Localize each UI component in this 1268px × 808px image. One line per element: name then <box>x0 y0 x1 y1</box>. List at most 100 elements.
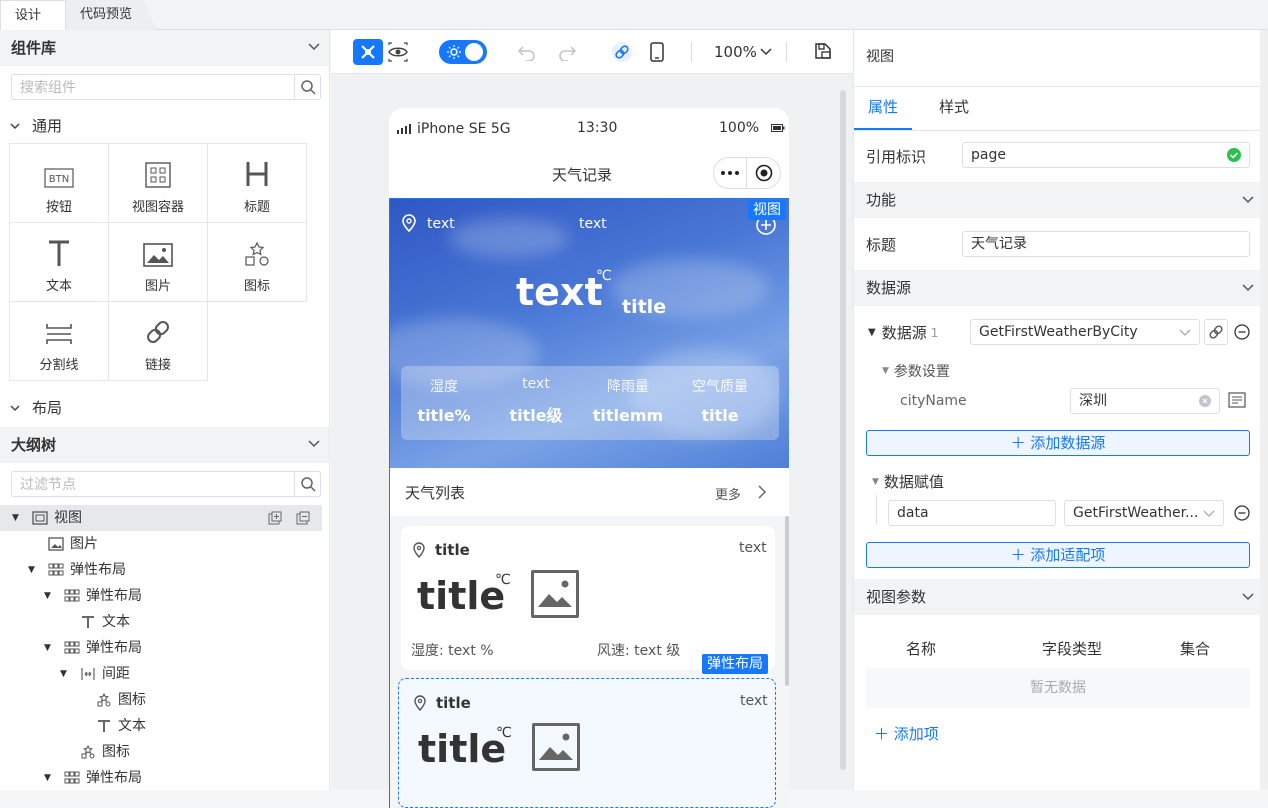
tree-node[interactable]: 文本 <box>0 713 329 739</box>
section-datasource-label: 数据源 <box>866 279 912 297</box>
tree-node[interactable]: 图标 <box>0 687 329 713</box>
tab-design[interactable]: 设计 <box>0 0 66 30</box>
caret-down-icon[interactable]: ▼ <box>44 635 56 661</box>
component-search-box <box>11 74 321 100</box>
caret-down-icon[interactable]: ▼ <box>44 583 56 609</box>
param-settings-row[interactable]: ▼ 参数设置 <box>882 361 950 381</box>
group-layout[interactable]: 布局 <box>10 396 62 420</box>
component-label: 按钮 <box>45 200 72 215</box>
design-mode-button[interactable] <box>353 39 383 65</box>
component-icon[interactable]: 图标 <box>207 222 307 302</box>
tree-node[interactable]: ▼ 弹性布局 <box>0 583 329 609</box>
panel-header-title: 视图 <box>866 49 894 65</box>
more-menu-button[interactable] <box>714 158 747 188</box>
datasource-link-button[interactable] <box>1204 319 1228 345</box>
tab-properties[interactable]: 属性 <box>868 96 898 117</box>
theme-toggle[interactable] <box>439 40 487 64</box>
tree-node[interactable]: 图片 <box>0 531 329 557</box>
remove-circle-icon[interactable] <box>1234 324 1250 340</box>
tree-node-label: 图标 <box>118 692 146 708</box>
preview-mode-button[interactable] <box>385 39 411 65</box>
weather-hero[interactable]: text text text ℃ title 湿度 title% text title… <box>389 198 789 468</box>
component-button[interactable]: BTN 按钮 <box>9 143 109 223</box>
more-link[interactable]: 更多 <box>715 484 741 503</box>
battery-level: 100% <box>719 120 760 136</box>
caret-down-icon[interactable]: ▼ <box>28 557 40 583</box>
undo-icon[interactable] <box>517 43 537 61</box>
datasource-label: 数据源 <box>881 324 927 342</box>
weather-card[interactable]: title text title ℃ 湿度: text % 风速: text 级 <box>401 526 775 670</box>
chevron-down-icon[interactable] <box>308 43 320 51</box>
panel-divider <box>854 130 1268 131</box>
component-view-container[interactable]: 视图容器 <box>108 143 208 223</box>
canvas-scrollbar[interactable] <box>840 90 846 770</box>
tree-node[interactable]: ▼ 弹性布局 <box>0 765 329 790</box>
link-icon <box>1209 325 1223 339</box>
redo-icon[interactable] <box>557 43 577 61</box>
component-library-header[interactable]: 组件库 <box>0 30 329 66</box>
ref-input[interactable]: page <box>962 142 1250 168</box>
component-link[interactable]: 链接 <box>108 301 208 381</box>
outline-tree-header[interactable]: 大纲树 <box>0 427 329 463</box>
tree-node[interactable]: 图标 <box>0 739 329 765</box>
datasource-row[interactable]: ▼ 数据源 1 <box>868 322 938 343</box>
group-general[interactable]: 通用 <box>10 114 62 138</box>
filter-nodes-input[interactable] <box>12 472 292 496</box>
title-input[interactable]: 天气记录 <box>962 231 1250 257</box>
metric-label: 空气质量 <box>692 379 748 395</box>
component-label: 图标 <box>243 279 270 294</box>
tree-node[interactable]: ▼ 弹性布局 <box>0 635 329 661</box>
section-datasource[interactable]: 数据源 <box>854 270 1260 306</box>
view-container-icon <box>145 162 171 188</box>
tab-style[interactable]: 样式 <box>939 96 969 117</box>
tree-node-label: 视图 <box>54 510 82 526</box>
component-divider[interactable]: 分割线 <box>9 301 109 381</box>
assign-value-select[interactable]: GetFirstWeather... <box>1064 500 1224 526</box>
filter-search-button[interactable] <box>294 472 320 496</box>
tree-node[interactable]: ▼ 视图 <box>0 505 322 531</box>
caret-down-icon[interactable]: ▼ <box>60 661 72 687</box>
list-scrollbar[interactable] <box>785 516 789 686</box>
component-search-input[interactable] <box>12 75 292 99</box>
assign-key-input[interactable]: data <box>888 500 1056 526</box>
variable-picker-icon[interactable] <box>1228 392 1246 408</box>
close-mini-program-button[interactable] <box>747 158 780 188</box>
tree-node[interactable]: ▼ 弹性布局 <box>0 557 329 583</box>
hero-condition: title <box>622 296 667 318</box>
tab-code-preview[interactable]: 代码预览 <box>66 0 156 30</box>
left-panel: 组件库 通用 BTN 按钮 视图容器 标题 文本 图片 <box>0 30 330 790</box>
icon-component-icon <box>81 745 95 759</box>
link-mode-icon[interactable] <box>611 41 633 63</box>
tree-node-label: 文本 <box>102 614 130 630</box>
component-image[interactable]: 图片 <box>108 222 208 302</box>
tree-node[interactable]: ▼ 间距 <box>0 661 329 687</box>
chevron-down-icon[interactable] <box>308 440 320 448</box>
clear-icon[interactable] <box>1199 395 1211 407</box>
add-datasource-button[interactable]: ＋ 添加数据源 <box>866 430 1250 456</box>
collapse-node-icon[interactable] <box>296 511 310 525</box>
add-child-icon[interactable] <box>268 511 282 525</box>
param-value-input[interactable]: 深圳 <box>1070 388 1220 414</box>
panel-scrollbar-track[interactable] <box>1260 30 1268 790</box>
datasource-value: GetFirstWeatherByCity <box>979 324 1138 340</box>
component-heading[interactable]: 标题 <box>207 143 307 223</box>
zoom-select[interactable]: 100% <box>714 41 772 63</box>
section-view-params[interactable]: 视图参数 <box>854 579 1260 615</box>
datasource-select[interactable]: GetFirstWeatherByCity <box>970 319 1200 345</box>
caret-down-icon[interactable]: ▼ <box>44 765 56 790</box>
save-layout-icon[interactable] <box>813 41 833 61</box>
weather-card-selected[interactable]: title text title ℃ <box>398 678 776 808</box>
section-function[interactable]: 功能 <box>854 182 1260 218</box>
column-field-type: 字段类型 <box>1042 640 1103 658</box>
tree-node[interactable]: 文本 <box>0 609 329 635</box>
add-adapter-button[interactable]: ＋ 添加适配项 <box>866 542 1250 568</box>
component-text[interactable]: 文本 <box>9 222 109 302</box>
add-item-button[interactable]: ＋ 添加项 <box>874 723 939 744</box>
mobile-device-icon[interactable] <box>649 41 665 63</box>
remove-circle-icon[interactable] <box>1234 505 1250 521</box>
list-header[interactable]: 天气列表 更多 <box>389 468 789 516</box>
card-right-text: text <box>739 540 767 556</box>
search-button[interactable] <box>294 75 320 99</box>
data-assign-row[interactable]: ▼ 数据赋值 <box>872 471 944 492</box>
caret-down-icon[interactable]: ▼ <box>12 505 24 531</box>
